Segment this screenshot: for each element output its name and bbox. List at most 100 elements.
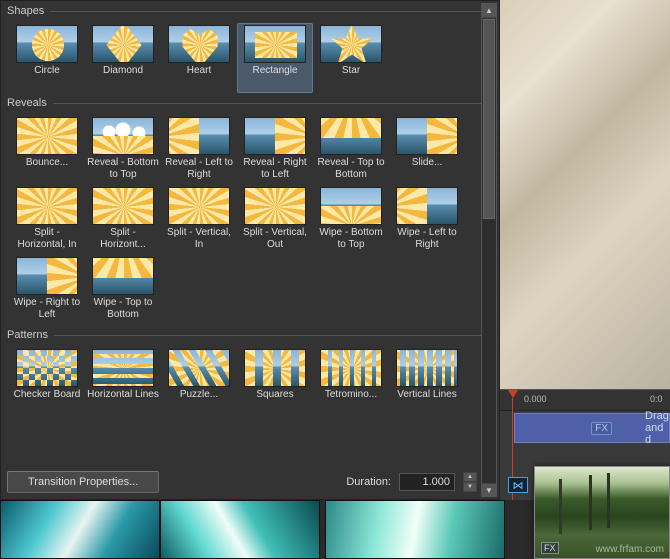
- transition-label: Reveal - Left to Right: [163, 157, 235, 183]
- transition-item[interactable]: Tetromino...: [313, 347, 389, 417]
- watermark: www.frfam.com: [596, 544, 664, 555]
- background-canvas: [500, 0, 670, 400]
- fx-icon[interactable]: FX: [591, 422, 612, 435]
- transition-label: Wipe - Right to Left: [11, 297, 83, 323]
- transition-label: Split - Horizont...: [87, 227, 159, 253]
- transition-thumb: [168, 349, 230, 387]
- divider: [53, 103, 493, 104]
- playhead-icon[interactable]: [508, 390, 518, 398]
- grid-reveals: Bounce...Reveal - Bottom to TopReveal - …: [7, 115, 493, 325]
- transition-item[interactable]: Split - Vertical, In: [161, 185, 237, 255]
- transition-label: Reveal - Right to Left: [239, 157, 311, 183]
- transition-label: Puzzle...: [180, 389, 218, 415]
- transition-item[interactable]: Vertical Lines: [389, 347, 465, 417]
- transition-item[interactable]: Reveal - Top to Bottom: [313, 115, 389, 185]
- transition-item[interactable]: Rectangle: [237, 23, 313, 93]
- transition-label: Wipe - Top to Bottom: [87, 297, 159, 323]
- transition-label: Rectangle: [252, 65, 297, 91]
- transition-thumb: [168, 117, 230, 155]
- transition-item[interactable]: Split - Horizont...: [85, 185, 161, 255]
- duration-spinner: ▲ ▼: [463, 472, 477, 492]
- divider: [54, 335, 493, 336]
- media-thumb[interactable]: [325, 500, 505, 559]
- section-title: Patterns: [7, 329, 48, 341]
- transition-properties-button[interactable]: Transition Properties...: [7, 471, 159, 493]
- transition-label: Reveal - Bottom to Top: [87, 157, 159, 183]
- transition-item[interactable]: Circle: [9, 23, 85, 93]
- transition-label: Reveal - Top to Bottom: [315, 157, 387, 183]
- scroll-up-button[interactable]: ▲: [482, 4, 496, 18]
- transition-item[interactable]: Heart: [161, 23, 237, 93]
- crossfade-icon[interactable]: ⋈: [508, 477, 528, 493]
- section-patterns: Patterns Checker BoardHorizontal Lines Pu…: [7, 329, 493, 417]
- section-title: Shapes: [7, 5, 44, 17]
- section-reveals: Reveals Bounce...Reveal - Bottom to TopR…: [7, 97, 493, 325]
- section-title: Reveals: [7, 97, 47, 109]
- transition-thumb: [168, 25, 230, 63]
- ruler-tick: 0.000: [524, 394, 547, 404]
- grid-shapes: Circle Diamond Heart Rectangle Star: [7, 23, 493, 93]
- scroll-down-button[interactable]: ▼: [482, 483, 496, 497]
- transitions-panel: Shapes Circle Diamond Heart Rectangle Star R…: [0, 0, 500, 500]
- transition-thumb: [92, 25, 154, 63]
- fx-icon: FX: [541, 542, 559, 554]
- transition-thumb: [396, 117, 458, 155]
- transition-item[interactable]: Split - Vertical, Out: [237, 185, 313, 255]
- scroll-track[interactable]: [482, 19, 496, 483]
- transition-item[interactable]: Split - Horizontal, In: [9, 185, 85, 255]
- transition-thumb: [92, 257, 154, 295]
- panel-scrollbar[interactable]: ▲ ▼: [481, 3, 497, 497]
- transition-item[interactable]: Puzzle...: [161, 347, 237, 417]
- section-header-patterns: Patterns: [7, 329, 493, 341]
- scroll-thumb[interactable]: [483, 19, 495, 219]
- transition-item[interactable]: Reveal - Bottom to Top: [85, 115, 161, 185]
- transition-label: Circle: [34, 65, 60, 91]
- divider: [50, 11, 493, 12]
- timeline-ruler[interactable]: 0.000 0:0: [500, 389, 670, 411]
- track-hint: Drag and d: [645, 410, 669, 446]
- transition-label: Diamond: [103, 65, 143, 91]
- grid-patterns: Checker BoardHorizontal Lines Puzzle... Sq…: [7, 347, 493, 417]
- timeline-track[interactable]: FX Drag and d: [514, 413, 670, 443]
- transition-item[interactable]: Squares: [237, 347, 313, 417]
- transition-label: Wipe - Bottom to Top: [315, 227, 387, 253]
- transition-item[interactable]: Horizontal Lines: [85, 347, 161, 417]
- spinner-up-button[interactable]: ▲: [463, 472, 477, 482]
- transition-thumb: [244, 349, 306, 387]
- ruler-tick: 0:0: [650, 394, 663, 404]
- transition-item[interactable]: Star: [313, 23, 389, 93]
- transition-item[interactable]: Checker Board: [9, 347, 85, 417]
- transition-item[interactable]: Wipe - Bottom to Top: [313, 185, 389, 255]
- transition-thumb: [244, 187, 306, 225]
- transition-item[interactable]: Wipe - Left to Right: [389, 185, 465, 255]
- transition-item[interactable]: Diamond: [85, 23, 161, 93]
- media-thumb[interactable]: [160, 500, 320, 559]
- transition-label: Split - Horizontal, In: [11, 227, 83, 253]
- transition-thumb: [396, 187, 458, 225]
- spinner-down-button[interactable]: ▼: [463, 482, 477, 492]
- transition-item[interactable]: Bounce...: [9, 115, 85, 185]
- transition-thumb: [320, 117, 382, 155]
- transition-item[interactable]: Wipe - Top to Bottom: [85, 255, 161, 325]
- transition-label: Wipe - Left to Right: [391, 227, 463, 253]
- transition-label: Heart: [187, 65, 211, 91]
- transition-thumb: [320, 187, 382, 225]
- transition-item[interactable]: Wipe - Right to Left: [9, 255, 85, 325]
- transition-thumb: [92, 349, 154, 387]
- transition-item[interactable]: Reveal - Left to Right: [161, 115, 237, 185]
- transition-thumb: [16, 349, 78, 387]
- transition-item[interactable]: Reveal - Right to Left: [237, 115, 313, 185]
- duration-input[interactable]: [399, 473, 455, 491]
- transition-label: Slide...: [412, 157, 443, 183]
- transition-label: Bounce...: [26, 157, 68, 183]
- section-header-shapes: Shapes: [7, 5, 493, 17]
- transition-thumb: [16, 187, 78, 225]
- transition-thumb: [16, 257, 78, 295]
- transition-thumb: [92, 117, 154, 155]
- panel-footer: Transition Properties... Duration: ▲ ▼: [7, 471, 477, 493]
- transition-label: Checker Board: [14, 389, 81, 415]
- transition-item[interactable]: Slide...: [389, 115, 465, 185]
- media-thumb[interactable]: [0, 500, 160, 559]
- transition-label: Star: [342, 65, 360, 91]
- transition-label: Split - Vertical, Out: [239, 227, 311, 253]
